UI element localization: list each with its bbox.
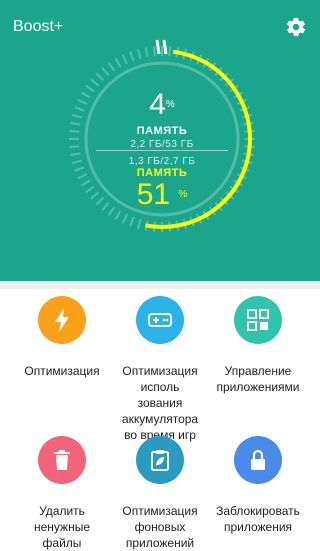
gauge-tick <box>121 213 128 224</box>
storage-used-unit: % <box>165 99 175 110</box>
gauge-tick <box>70 121 81 126</box>
gauge-tick <box>152 46 156 57</box>
ram-free-number: 51 <box>136 178 171 211</box>
lock-icon <box>234 436 282 484</box>
gauge-tick <box>129 216 135 227</box>
tile-app-manager[interactable]: Управление приложениями <box>205 296 311 395</box>
gauge-tick <box>71 113 83 119</box>
gauge-tick <box>114 57 122 68</box>
gauge-tick <box>129 51 135 62</box>
hero-divider <box>0 281 320 289</box>
storage-label: ПАМЯТЬ <box>136 125 188 137</box>
tile-game-battery[interactable]: Оптимизация исполь зования аккумулятора … <box>107 296 213 443</box>
storage-used-value: 4% <box>88 90 236 120</box>
tile-app-lock[interactable]: Заблокировать приложения <box>205 436 311 535</box>
grid-icon <box>234 296 282 344</box>
trash-icon <box>38 436 86 484</box>
leaf-clipboard-icon <box>136 436 184 484</box>
gauge-marker-left <box>155 39 161 55</box>
ram-free-value: 51 % <box>88 180 236 210</box>
tile-background-apps[interactable]: Оптимизация фоновых приложений <box>107 436 213 551</box>
lightning-icon <box>38 296 86 344</box>
gauge-tick <box>168 46 172 57</box>
ram-free-unit: % <box>178 189 188 200</box>
gauge-tick <box>136 218 142 230</box>
gauge-tick <box>69 145 80 149</box>
gamepad-icon <box>136 296 184 344</box>
gauge-tick <box>90 78 100 87</box>
settings-gear-icon[interactable] <box>285 16 307 38</box>
storage-detail: 2,2 ГБ/53 ГБ <box>130 139 194 150</box>
gauge-divider <box>96 150 228 151</box>
tile-background-apps-label: Оптимизация фоновых приложений <box>122 504 198 550</box>
app-title: Boost+ <box>13 18 64 35</box>
tile-app-manager-label: Управление приложениями <box>216 364 300 394</box>
tile-junk-files-label: Удалить ненужные файлы <box>33 504 90 550</box>
tile-game-battery-label: Оптимизация исполь зования аккумулятора … <box>121 364 199 442</box>
ram-detail: 1,3 ГБ/2,7 ГБ <box>128 156 196 167</box>
tile-app-lock-label: Заблокировать приложения <box>216 504 300 534</box>
storage-used-number: 4 <box>149 88 166 121</box>
gauge-tick <box>144 47 149 58</box>
tile-optimize[interactable]: Оптимизация <box>9 296 115 379</box>
gauge-tick <box>74 106 85 112</box>
gauge-tick <box>70 152 81 157</box>
gauge-tick <box>74 166 85 172</box>
tile-optimize-label: Оптимизация <box>24 364 100 378</box>
gauge-tick <box>136 48 142 60</box>
tile-junk-files[interactable]: Удалить ненужные файлы <box>9 436 115 551</box>
gauge-tick <box>77 173 88 180</box>
gauge-tick <box>101 67 110 77</box>
gauge-tick <box>77 98 88 105</box>
gauge-tick <box>107 62 116 72</box>
gauge-tick <box>69 129 80 133</box>
gauge-tick <box>71 159 83 165</box>
gauge-tick <box>121 54 128 65</box>
gauge-marker-right <box>162 39 168 55</box>
gauge-tick <box>114 210 122 221</box>
gauge-tick <box>95 72 105 82</box>
